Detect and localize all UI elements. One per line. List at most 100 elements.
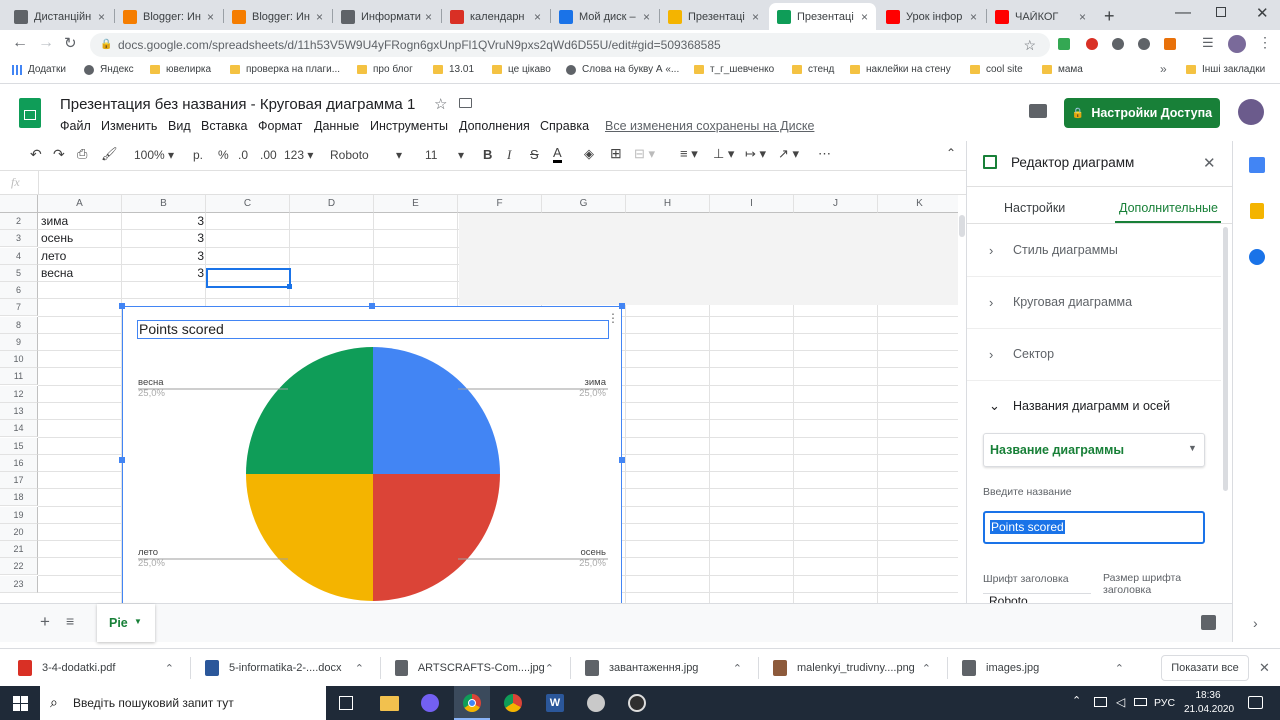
menu-list-icon[interactable]: ☰ — [1202, 35, 1214, 51]
close-icon[interactable]: ✕ — [1203, 154, 1216, 172]
collapse-menu-icon[interactable]: ⌃ — [946, 146, 956, 160]
cell-a[interactable]: лето — [41, 248, 121, 265]
browser-tab[interactable]: календарн × — [442, 3, 549, 30]
download-item[interactable]: 5-informatika-2-....docx ⌃ — [205, 649, 376, 687]
close-tab-icon[interactable]: × — [1079, 10, 1086, 24]
user-avatar[interactable] — [1238, 99, 1264, 125]
bookmark-item[interactable]: т_г_шевченко — [694, 64, 774, 75]
panel-scrollbar[interactable] — [1223, 227, 1228, 491]
bookmark-item[interactable]: cool site — [970, 64, 1023, 75]
row-header[interactable]: 2 — [0, 213, 38, 230]
row-header[interactable]: 19 — [0, 506, 38, 524]
expand-panel-icon[interactable]: › — [1253, 615, 1258, 631]
url-field[interactable]: 🔒 docs.google.com/spreadsheets/d/11h53V5… — [90, 33, 1050, 57]
chrome-icon[interactable] — [504, 694, 522, 712]
title-type-dropdown[interactable]: Название диаграммы ▼ — [983, 433, 1205, 467]
close-tab-icon[interactable]: × — [98, 10, 105, 24]
chevron-up-icon[interactable]: ⌃ — [922, 662, 931, 675]
row-header[interactable]: 17 — [0, 472, 38, 490]
star-icon[interactable]: ☆ — [434, 95, 447, 113]
currency-button[interactable]: р. — [193, 148, 203, 162]
column-header[interactable]: B — [122, 195, 206, 213]
chevron-up-icon[interactable]: ⌃ — [165, 662, 174, 675]
close-tab-icon[interactable]: × — [861, 10, 868, 24]
row-header[interactable]: 4 — [0, 247, 38, 265]
number-format-select[interactable]: 123 ▾ — [284, 148, 313, 162]
column-header[interactable]: G — [542, 195, 626, 213]
undo-icon[interactable]: ↶ — [30, 146, 42, 163]
browser-tab[interactable]: Blogger: Ин × — [224, 3, 331, 30]
section-chart-style[interactable]: › Стиль диаграммы — [967, 224, 1221, 276]
menu-item[interactable]: Дополнения — [459, 119, 530, 133]
notifications-icon[interactable] — [1248, 696, 1263, 709]
section-chart-axis-titles[interactable]: ⌄ Названия диаграмм и осей — [967, 380, 1221, 432]
more-bookmarks-icon[interactable]: » — [1160, 62, 1167, 76]
menu-item[interactable]: Файл — [60, 119, 91, 133]
close-tab-icon[interactable]: × — [207, 10, 214, 24]
row-header[interactable]: 10 — [0, 351, 38, 369]
pinterest-icon[interactable] — [1112, 38, 1124, 50]
fill-color-icon[interactable]: ◈ — [584, 146, 594, 162]
bookmark-item[interactable]: Яндекс — [84, 64, 134, 75]
row-header[interactable]: 11 — [0, 368, 38, 386]
browser-tab[interactable]: Презентаці × — [769, 3, 876, 30]
comments-icon[interactable] — [1029, 104, 1047, 118]
resize-handle[interactable] — [369, 303, 375, 309]
font-size-select[interactable]: 11 ▾ — [425, 148, 467, 162]
close-tab-icon[interactable]: × — [316, 10, 323, 24]
pie-chart[interactable]: Points scored ⋮ весна 25,0% зима 25,0% л… — [122, 306, 622, 606]
star-icon[interactable]: ☆ — [1023, 33, 1036, 57]
row-header[interactable]: 3 — [0, 230, 38, 248]
extension-icon[interactable] — [1058, 38, 1070, 50]
percent-button[interactable]: % — [218, 148, 229, 162]
cell-a[interactable]: осень — [41, 230, 121, 247]
cell-a[interactable]: зима — [41, 213, 121, 230]
vertical-scrollbar[interactable] — [958, 213, 966, 603]
save-status-link[interactable]: Все изменения сохранены на Диске — [605, 119, 814, 133]
bookmark-item[interactable]: проверка на плаги... — [230, 64, 340, 75]
close-tab-icon[interactable]: × — [534, 10, 541, 24]
close-window-button[interactable]: ✕ — [1256, 4, 1269, 22]
menu-item[interactable]: Вид — [168, 119, 191, 133]
row-header[interactable]: 7 — [0, 299, 38, 317]
bookmark-item[interactable]: Додатки — [12, 64, 66, 75]
tray-chevron-icon[interactable]: ⌃ — [1072, 694, 1081, 707]
browser-tab[interactable]: Презентаці × — [660, 3, 767, 30]
pie-slice-0[interactable] — [373, 347, 500, 474]
row-header[interactable]: 8 — [0, 316, 38, 334]
keep-icon[interactable] — [1250, 203, 1264, 219]
print-icon[interactable]: ⎙ — [77, 146, 87, 162]
new-tab-button[interactable]: + — [1104, 6, 1115, 27]
column-header[interactable]: I — [710, 195, 794, 213]
browser-tab[interactable]: Мой диск – × — [551, 3, 658, 30]
section-pie-chart[interactable]: › Круговая диаграмма — [967, 276, 1221, 328]
strikethrough-button[interactable]: S — [530, 147, 539, 162]
menu-item[interactable]: Инструменты — [370, 119, 448, 133]
text-color-button[interactable]: A — [553, 146, 562, 163]
windows-start-icon[interactable] — [13, 696, 28, 711]
browser-tab[interactable]: Дистанційн × — [6, 3, 113, 30]
cell-b[interactable]: 3 — [122, 230, 204, 247]
calendar-icon[interactable] — [1249, 157, 1265, 173]
column-header[interactable]: K — [878, 195, 958, 213]
resize-handle[interactable] — [119, 303, 125, 309]
obs-icon[interactable] — [628, 694, 646, 712]
minimize-button[interactable]: — — [1175, 4, 1191, 22]
sheet-tab-pie[interactable]: Pie ▼ — [97, 604, 155, 642]
formula-input[interactable] — [38, 171, 966, 194]
row-header[interactable]: 16 — [0, 454, 38, 472]
font-select[interactable]: Roboto ▾ — [330, 148, 404, 162]
maximize-button[interactable] — [1216, 7, 1226, 17]
bookmark-item[interactable]: Слова на букву А «... — [566, 64, 679, 75]
all-sheets-icon[interactable]: ≡ — [66, 613, 74, 629]
bookmark-item[interactable]: це цікаво — [492, 64, 551, 75]
row-header[interactable]: 20 — [0, 523, 38, 541]
browser-tab[interactable]: Урок інфор × — [878, 3, 985, 30]
select-all-corner[interactable] — [0, 195, 38, 213]
close-tab-icon[interactable]: × — [752, 10, 759, 24]
row-header[interactable]: 15 — [0, 437, 38, 455]
zoom-select[interactable]: 100% ▾ — [134, 148, 174, 162]
resize-handle[interactable] — [619, 457, 625, 463]
section-pie-slice[interactable]: › Сектор — [967, 328, 1221, 380]
row-header[interactable]: 22 — [0, 558, 38, 576]
